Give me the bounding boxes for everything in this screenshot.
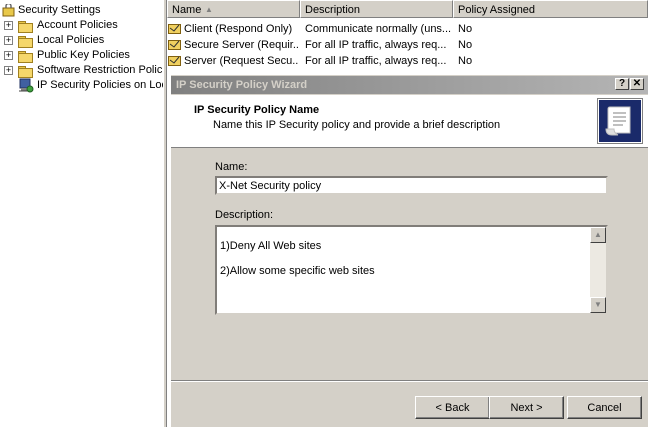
button-separator xyxy=(171,380,648,382)
close-button[interactable]: ✕ xyxy=(630,78,644,90)
table-row[interactable]: Server (Request Secu... For all IP traff… xyxy=(167,53,648,69)
description-label: Description: xyxy=(215,209,274,221)
name-label: Name: xyxy=(215,161,248,173)
security-settings-icon xyxy=(2,4,15,17)
row-policy-assigned: No xyxy=(458,39,473,51)
folder-icon xyxy=(18,21,33,33)
title-bar[interactable]: IP Security Policy Wizard ? ✕ xyxy=(171,76,648,94)
row-name: Secure Server (Requir... xyxy=(184,39,298,51)
tree-item-label: Public Key Policies xyxy=(37,49,130,61)
console-tree: Security Settings + Account Policies + L… xyxy=(0,0,163,427)
policy-icon xyxy=(168,24,181,34)
column-header-label: Description xyxy=(305,4,361,16)
ip-security-policy-wizard: IP Security Policy Wizard ? ✕ IP Securit… xyxy=(170,74,648,427)
column-header-label: Policy Assigned xyxy=(458,4,536,16)
help-button[interactable]: ? xyxy=(615,78,629,90)
row-description: For all IP traffic, always req... xyxy=(305,39,447,51)
tree-item-label: Local Policies xyxy=(37,34,105,46)
tree-item-account-policies[interactable]: + Account Policies xyxy=(4,18,163,33)
tree-item-ip-security-policies[interactable]: IP Security Policies on Loca xyxy=(18,78,163,93)
wizard-page-subtitle: Name this IP Security policy and provide… xyxy=(213,119,501,131)
row-name: Server (Request Secu... xyxy=(184,55,298,67)
policy-list: Name ▲ Description Policy Assigned Clien… xyxy=(167,0,648,70)
folder-icon xyxy=(18,36,33,48)
scroll-up-icon[interactable]: ▲ xyxy=(590,227,606,243)
sort-ascending-icon: ▲ xyxy=(205,5,213,14)
tree-item-local-policies[interactable]: + Local Policies xyxy=(4,33,163,48)
description-line: 2)Allow some specific web sites xyxy=(220,265,375,277)
folder-icon xyxy=(18,51,33,63)
wizard-scroll-icon xyxy=(597,98,643,144)
column-header-description[interactable]: Description xyxy=(300,0,453,18)
description-line: 1)Deny All Web sites xyxy=(220,240,322,252)
table-row[interactable]: Client (Respond Only) Communicate normal… xyxy=(167,21,648,37)
scroll-down-icon[interactable]: ▼ xyxy=(590,297,606,313)
table-row[interactable]: Secure Server (Requir... For all IP traf… xyxy=(167,37,648,53)
cancel-button[interactable]: Cancel xyxy=(567,396,642,419)
row-policy-assigned: No xyxy=(458,55,473,67)
tree-item-label: Security Settings xyxy=(18,4,101,16)
dialog-title: IP Security Policy Wizard xyxy=(176,79,308,91)
row-policy-assigned: No xyxy=(458,23,473,35)
next-button[interactable]: Next > xyxy=(489,396,564,419)
expand-plus-icon[interactable]: + xyxy=(4,66,13,75)
expand-plus-icon[interactable]: + xyxy=(4,51,13,60)
tree-item-label: IP Security Policies on Loca xyxy=(37,79,163,91)
row-description: Communicate normally (uns... xyxy=(305,23,451,35)
row-description: For all IP traffic, always req... xyxy=(305,55,447,67)
policy-icon xyxy=(168,40,181,50)
expand-plus-icon[interactable]: + xyxy=(4,21,13,30)
tree-item-label: Account Policies xyxy=(37,19,118,31)
tree-item-software-restriction[interactable]: + Software Restriction Policie xyxy=(4,63,163,78)
wizard-page-title: IP Security Policy Name xyxy=(194,104,320,116)
tree-item-public-key-policies[interactable]: + Public Key Policies xyxy=(4,48,163,63)
column-header-label: Name xyxy=(172,4,202,16)
wizard-header: IP Security Policy Name Name this IP Sec… xyxy=(171,95,648,148)
expand-plus-icon[interactable]: + xyxy=(4,36,13,45)
back-button[interactable]: < Back xyxy=(415,396,490,419)
policy-description-textarea[interactable]: 1)Deny All Web sites 2)Allow some specif… xyxy=(215,225,608,315)
row-name: Client (Respond Only) xyxy=(184,23,293,35)
folder-icon xyxy=(18,66,33,78)
policy-name-input[interactable] xyxy=(215,176,608,195)
policy-icon xyxy=(168,56,181,66)
tree-item-label: Software Restriction Policie xyxy=(37,64,163,76)
column-header-policy-assigned[interactable]: Policy Assigned xyxy=(453,0,648,18)
vertical-scrollbar[interactable]: ▲ ▼ xyxy=(590,227,606,313)
ip-security-policy-icon xyxy=(19,78,34,93)
column-header-name[interactable]: Name ▲ xyxy=(167,0,300,18)
